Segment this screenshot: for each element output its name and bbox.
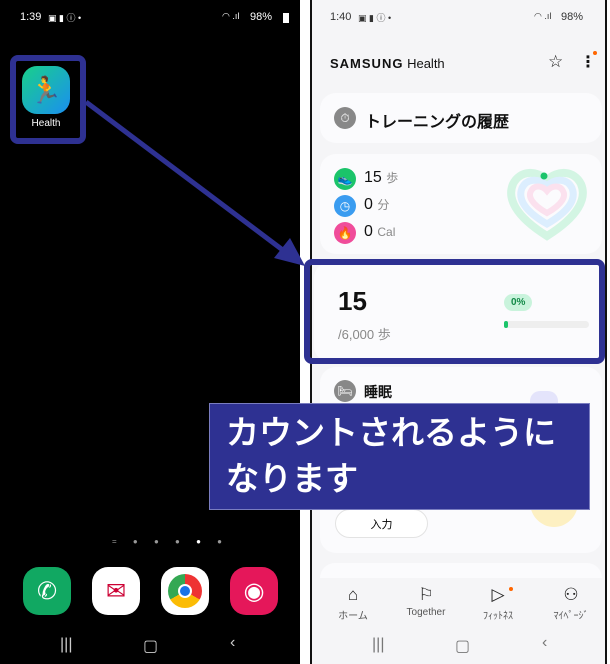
app-highlight-box [10,55,86,144]
annotation-overlay [10,55,605,364]
annotation-arrow [84,100,294,259]
annotation-caption: カウントされるようになります [209,403,590,510]
steps-highlight-box [304,259,605,364]
arrow-head [274,238,305,266]
